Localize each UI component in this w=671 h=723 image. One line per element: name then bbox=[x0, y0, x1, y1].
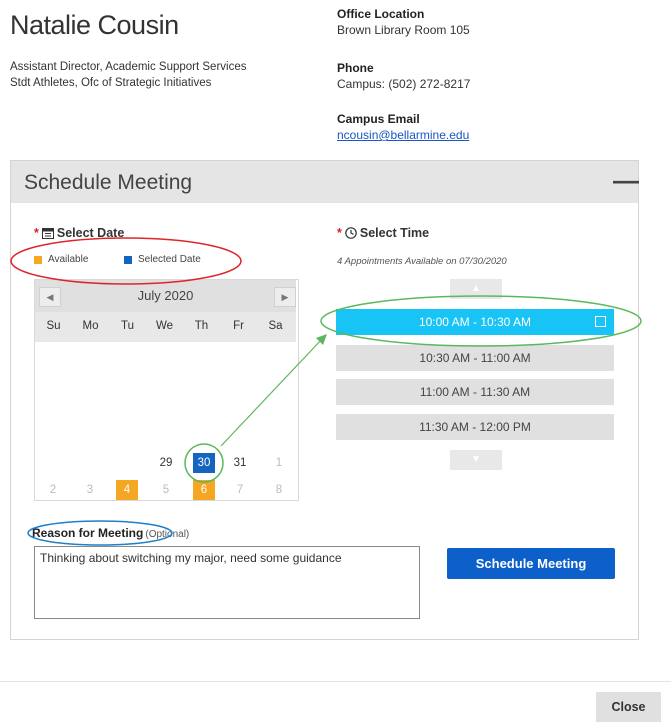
panel-title: Schedule Meeting bbox=[24, 171, 193, 194]
calendar-month: July 2020 bbox=[137, 288, 194, 303]
schedule-meeting-button[interactable]: Schedule Meeting bbox=[447, 548, 615, 579]
time-slot[interactable]: 11:00 AM - 11:30 AM bbox=[336, 379, 614, 405]
calendar-day-available[interactable]: 4 bbox=[116, 480, 138, 500]
select-date-label-group: * Select Date bbox=[34, 226, 124, 240]
available-swatch bbox=[34, 255, 42, 264]
weekday-label: Fr bbox=[233, 320, 244, 332]
select-time-label-group: * Select Time bbox=[337, 226, 429, 240]
time-slot-selected[interactable]: 10:00 AM - 10:30 AM bbox=[336, 309, 614, 335]
calendar-day[interactable]: 31 bbox=[229, 453, 251, 473]
availability-note: 4 Appointments Available on 07/30/2020 bbox=[337, 256, 507, 267]
office-location-value: Brown Library Room 105 bbox=[337, 23, 470, 37]
weekday-label: Th bbox=[194, 320, 209, 332]
calendar-day[interactable]: 2 bbox=[42, 480, 64, 500]
legend-selected: Selected Date bbox=[124, 254, 201, 265]
chevron-up-icon[interactable]: ▲ bbox=[450, 279, 502, 299]
required-asterisk: * bbox=[34, 226, 39, 240]
email-link-text[interactable]: ncousin@bellarmine.edu bbox=[337, 128, 469, 142]
select-date-label: Select Date bbox=[56, 226, 125, 240]
time-slot[interactable]: 11:30 AM - 12:00 PM bbox=[336, 414, 614, 440]
calendar-day[interactable]: 3 bbox=[79, 480, 101, 500]
calendar-day[interactable]: 7 bbox=[229, 480, 251, 500]
reason-textarea[interactable]: Thinking about switching my major, need … bbox=[34, 546, 420, 619]
office-location-label: Office Location bbox=[337, 7, 425, 21]
calendar-day[interactable]: 1 bbox=[268, 453, 290, 473]
email-link[interactable]: ncousin@bellarmine.edu bbox=[337, 128, 469, 142]
advisor-title-line-1: Assistant Director, Academic Support Ser… bbox=[10, 61, 247, 73]
phone-label: Phone bbox=[337, 61, 374, 75]
calendar-day[interactable]: 5 bbox=[155, 480, 177, 500]
minus-icon[interactable]: — bbox=[613, 162, 639, 198]
close-button[interactable]: Close bbox=[596, 692, 661, 722]
weekday-label: Tu bbox=[121, 320, 134, 332]
optional-label: (Optional) bbox=[145, 529, 190, 540]
reason-label: Reason for Meeting bbox=[32, 526, 144, 540]
selected-swatch bbox=[124, 255, 132, 264]
calendar-icon bbox=[41, 227, 54, 239]
calendar-day[interactable]: 29 bbox=[155, 453, 177, 473]
footer-divider bbox=[0, 681, 671, 682]
checkbox-icon bbox=[595, 316, 606, 327]
legend-available-label: Available bbox=[48, 254, 89, 265]
select-time-label: Select Time bbox=[359, 226, 430, 240]
legend-available: Available bbox=[34, 254, 88, 265]
time-slot[interactable]: 10:30 AM - 11:00 AM bbox=[336, 345, 614, 371]
weekday-label: We bbox=[155, 320, 174, 332]
clock-icon bbox=[345, 227, 357, 239]
calendar-day-available[interactable]: 6 bbox=[193, 480, 215, 500]
calendar-day[interactable]: 8 bbox=[268, 480, 290, 500]
time-slot-label: 10:00 AM - 10:30 AM bbox=[418, 315, 532, 329]
weekday-label: Mo bbox=[82, 320, 99, 332]
required-asterisk: * bbox=[337, 226, 342, 240]
email-label: Campus Email bbox=[337, 112, 420, 126]
reason-label-group: Reason for Meeting (Optional) bbox=[32, 526, 189, 540]
chevron-down-icon[interactable]: ▼ bbox=[450, 450, 502, 470]
advisor-name: Natalie Cousin bbox=[10, 10, 179, 40]
advisor-title-line-2: Stdt Athletes, Ofc of Strategic Initiati… bbox=[10, 77, 212, 89]
phone-value: Campus: (502) 272-8217 bbox=[337, 77, 471, 91]
weekday-label: Su bbox=[46, 320, 61, 332]
weekday-label: Sa bbox=[268, 320, 283, 332]
calendar-day-selected[interactable]: 30 bbox=[193, 453, 215, 473]
legend-selected-label: Selected Date bbox=[138, 254, 201, 265]
